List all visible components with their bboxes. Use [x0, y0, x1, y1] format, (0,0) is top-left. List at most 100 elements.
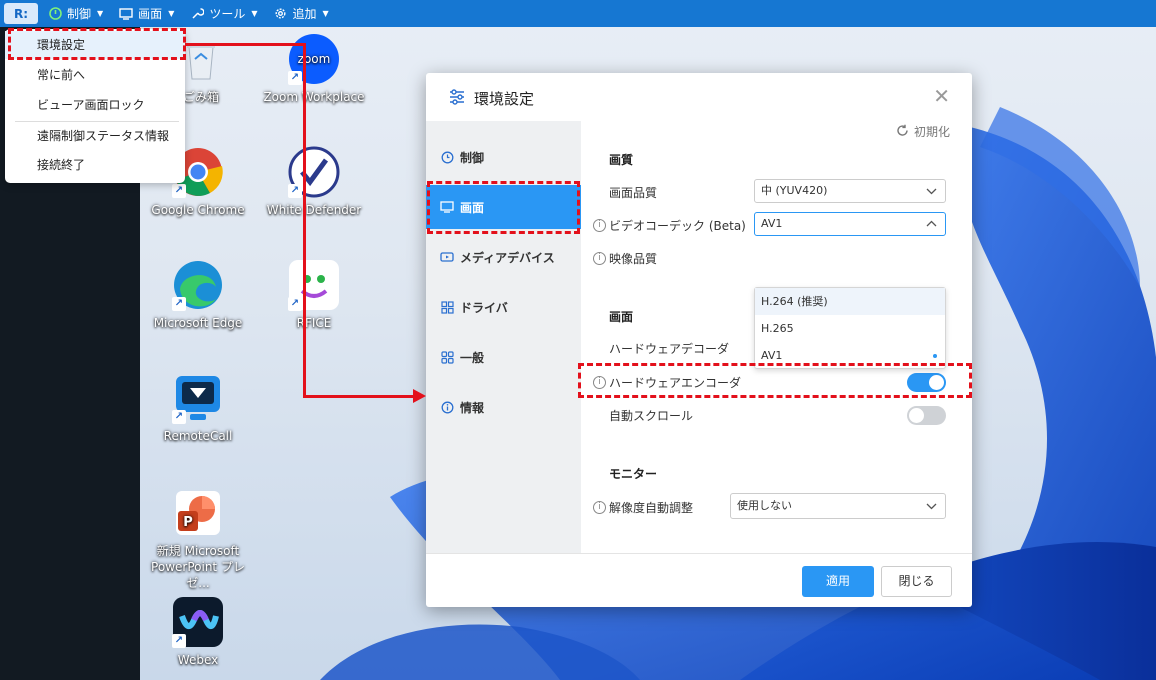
menu-add[interactable]: 追加 ▼	[274, 5, 329, 22]
desktop-icon-edge[interactable]: ↗ Microsoft Edge	[143, 259, 253, 331]
menu-item-viewer-lock[interactable]: ビューア画面ロック	[5, 91, 185, 119]
sidebar-item-general[interactable]: 一般	[426, 335, 581, 379]
sidebar-item-label: ドライバ	[460, 300, 508, 315]
desktop-icon-powerpoint[interactable]: P 新規 Microsoft PowerPoint プレゼ...	[143, 487, 253, 591]
settings-content: 初期化 画質 画面品質 中 (YUV420) i ビデオコーデック (Beta)…	[581, 121, 972, 553]
menu-item-preferences[interactable]: 環境設定	[5, 31, 185, 59]
desktop-icon-label: Webex	[177, 653, 219, 667]
close-button[interactable]: 閉じる	[881, 566, 952, 597]
top-toolbar: R: 制御 ▼ 画面 ▼ ツール ▼ 追加 ▼	[0, 0, 1156, 27]
codec-option-av1[interactable]: AV1	[755, 342, 945, 369]
label-video-quality: i 映像品質	[593, 250, 657, 267]
reset-label: 初期化	[913, 125, 950, 139]
info-icon[interactable]: i	[593, 376, 606, 389]
connector-arrowhead-icon	[413, 389, 426, 403]
image-quality-select[interactable]: 中 (YUV420)	[754, 179, 946, 203]
desktop-icon-label: Google Chrome	[151, 203, 245, 217]
sidebar-item-driver[interactable]: ドライバ	[426, 285, 581, 329]
close-icon[interactable]: ✕	[933, 86, 950, 106]
desktop-icon-rfice[interactable]: ↗ RFICE	[259, 259, 369, 331]
connector-line-horizontal-bottom	[303, 395, 413, 398]
connector-line-vertical	[303, 43, 306, 398]
general-grid-icon	[440, 350, 454, 364]
rfice-icon: ↗	[288, 259, 340, 311]
label-auto-resolution: i 解像度自動調整	[593, 499, 693, 516]
control-icon	[48, 7, 62, 21]
refresh-icon	[896, 124, 909, 140]
reset-button[interactable]: 初期化	[896, 123, 950, 140]
sidebar-item-media-devices[interactable]: メディアデバイス	[426, 235, 581, 279]
section-title-monitor: モニター	[609, 467, 658, 481]
codec-option-h265[interactable]: H.265	[755, 315, 945, 342]
desktop-icon-remotecall[interactable]: ↗ RemoteCall	[143, 372, 253, 444]
monitor-icon	[119, 7, 133, 21]
label-hw-encoder: i ハードウェアエンコーダ	[593, 374, 741, 391]
settings-dialog: 環境設定 ✕ 制御 画面 メディアデバイス ドライバ 一般 情報 初期化 画質 …	[426, 73, 972, 607]
info-icon[interactable]: i	[593, 252, 606, 265]
info-icon[interactable]: i	[593, 219, 606, 232]
sidebar-item-label: 制御	[460, 150, 485, 165]
edge-icon: ↗	[172, 259, 224, 311]
shortcut-arrow-icon: ↗	[288, 297, 302, 311]
shortcut-arrow-icon: ↗	[288, 184, 302, 198]
hw-encoder-toggle[interactable]	[907, 373, 946, 392]
desktop-icon-label: RFICE	[296, 316, 332, 330]
section-title-quality: 画質	[609, 153, 634, 167]
desktop-icon-label: White Defender	[266, 203, 362, 217]
chevron-down-icon: ▼	[97, 9, 104, 18]
chevron-down-icon	[926, 494, 937, 528]
info-icon[interactable]: i	[593, 501, 606, 514]
label-hw-encoder-text: ハードウェアエンコーダ	[609, 376, 742, 390]
gear-icon	[274, 7, 288, 21]
settings-sidebar: 制御 画面 メディアデバイス ドライバ 一般 情報	[426, 121, 581, 553]
codec-option-h264[interactable]: H.264 (推奨)	[755, 288, 945, 315]
media-device-icon	[440, 250, 454, 264]
video-codec-select[interactable]: AV1	[754, 212, 946, 236]
label-image-quality: 画面品質	[609, 186, 658, 200]
label-auto-resolution-text: 解像度自動調整	[609, 501, 694, 515]
webex-icon: ↗	[172, 596, 224, 648]
chevron-down-icon: ▼	[322, 9, 329, 18]
menu-screen[interactable]: 画面 ▼	[119, 5, 174, 22]
desktop-icon-white-defender[interactable]: ↗ White Defender	[259, 146, 369, 218]
dialog-footer: 適用 閉じる	[426, 553, 972, 607]
sidebar-item-info[interactable]: 情報	[426, 385, 581, 429]
menu-control-label: 制御	[67, 7, 92, 21]
label-video-quality-text: 映像品質	[609, 252, 658, 266]
menu-item-remote-status[interactable]: 遠隔制御ステータス情報	[5, 122, 185, 150]
shortcut-arrow-icon: ↗	[172, 410, 186, 424]
driver-grid-icon	[440, 300, 454, 314]
zoom-icon: zoom ↗	[288, 33, 340, 85]
apply-button[interactable]: 適用	[802, 566, 874, 597]
chevron-up-icon	[926, 213, 937, 244]
remotecall-icon: ↗	[172, 372, 224, 424]
sidebar-item-screen[interactable]: 画面	[426, 185, 581, 229]
app-logo[interactable]: R:	[4, 3, 38, 24]
shortcut-arrow-icon: ↗	[288, 71, 302, 85]
add-menu-dropdown: 環境設定 常に前へ ビューア画面ロック 遠隔制御ステータス情報 接続終了	[5, 29, 185, 183]
auto-resolution-value: 使用しない	[737, 499, 792, 512]
label-auto-scroll: 自動スクロール	[609, 409, 694, 423]
codec-option-av1-label: AV1	[761, 349, 783, 362]
white-defender-icon: ↗	[288, 146, 340, 198]
menu-item-disconnect[interactable]: 接続終了	[5, 151, 185, 179]
menu-item-always-on-top[interactable]: 常に前へ	[5, 61, 185, 89]
sidebar-item-control[interactable]: 制御	[426, 135, 581, 179]
menu-control[interactable]: 制御 ▼	[48, 5, 103, 22]
toggle-knob	[929, 375, 944, 390]
auto-resolution-select[interactable]: 使用しない	[730, 493, 946, 519]
sidebar-item-label: 情報	[460, 400, 485, 415]
wrench-icon	[190, 7, 204, 21]
shortcut-arrow-icon: ↗	[172, 297, 186, 311]
section-title-screen: 画面	[609, 310, 634, 324]
desktop-icon-webex[interactable]: ↗ Webex	[143, 596, 253, 668]
sidebar-item-label: 一般	[460, 350, 485, 365]
clock-icon	[440, 150, 454, 164]
info-icon	[440, 400, 454, 414]
sidebar-item-label: メディアデバイス	[460, 250, 555, 265]
image-quality-value: 中 (YUV420)	[761, 184, 828, 197]
auto-scroll-toggle[interactable]	[907, 406, 946, 425]
menu-tools[interactable]: ツール ▼	[190, 5, 258, 22]
shortcut-arrow-icon: ↗	[172, 184, 186, 198]
svg-text:P: P	[183, 515, 193, 530]
